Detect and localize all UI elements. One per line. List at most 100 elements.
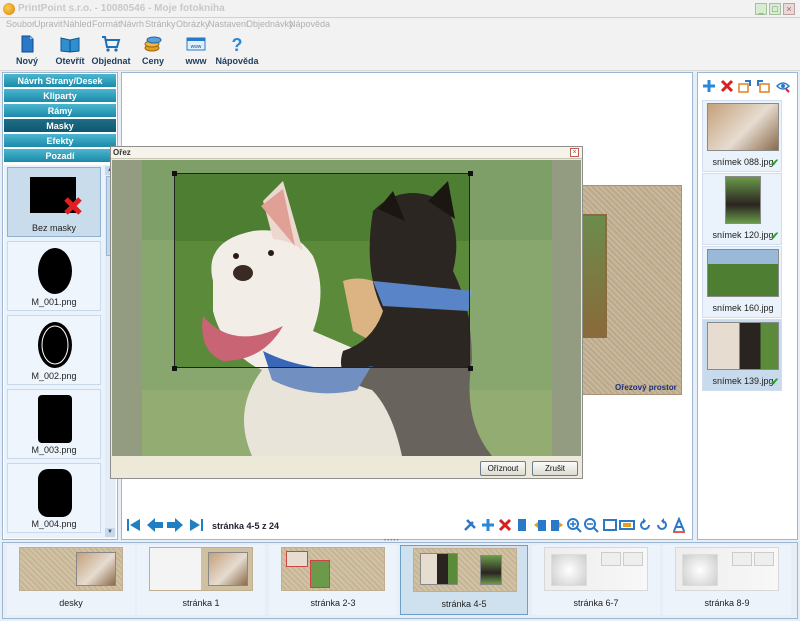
spread-page-2-3[interactable]: stránka 2-3 — [269, 545, 397, 615]
spread-page-4-5[interactable]: stránka 4-5 — [400, 545, 528, 615]
photo-thumbnail[interactable]: snímek 120.jpg ✔ — [702, 173, 782, 245]
spread-photo — [310, 560, 330, 588]
spread-photo — [551, 554, 587, 586]
category-page-design[interactable]: Návrh Strany/Desek — [4, 74, 116, 88]
text-tool-icon[interactable] — [670, 517, 688, 533]
delete-page-icon[interactable] — [496, 517, 514, 533]
spread-photo — [76, 552, 116, 586]
menu-napoveda[interactable]: Nápověda — [289, 19, 330, 29]
photo-filename: snímek 160.jpg — [712, 303, 774, 313]
help-button[interactable]: ? Nápověda — [214, 35, 260, 71]
rotate-left-icon[interactable] — [636, 517, 654, 533]
fit-width-icon[interactable] — [618, 517, 636, 533]
page-photo[interactable] — [579, 214, 607, 338]
open-button[interactable]: Otevřít — [47, 35, 93, 71]
add-page-icon[interactable] — [479, 517, 497, 533]
mask-label: M_004.png — [31, 519, 77, 529]
window-title: PrintPoint s.r.o. - 10080546 - Moje foto… — [18, 3, 225, 14]
spread-label: stránka 8-9 — [704, 598, 750, 608]
mask-item-004[interactable]: M_004.png — [7, 463, 101, 533]
crop-cancel-button[interactable]: Zrušit — [532, 461, 578, 476]
crop-handle-top-left[interactable] — [172, 171, 177, 176]
oval-ring-mask-icon — [38, 322, 72, 368]
rounded-rect-mask-icon — [38, 395, 72, 443]
remove-photo-icon[interactable] — [720, 79, 734, 93]
photo-thumbnail-selected[interactable]: snímek 139.jpg ✔ — [702, 319, 782, 391]
rotate-right-icon[interactable] — [653, 517, 671, 533]
crop-handle-top-right[interactable] — [468, 171, 473, 176]
minimize-button[interactable]: _ — [755, 3, 767, 15]
mask-item-001[interactable]: M_001.png — [7, 241, 101, 311]
menu-navrh[interactable]: Návrh — [120, 19, 144, 29]
crop-handle-bottom-right[interactable] — [468, 366, 473, 371]
prices-label: Ceny — [141, 56, 164, 66]
www-button[interactable]: www www — [173, 35, 219, 71]
export-photo-icon[interactable] — [756, 79, 770, 93]
mask-item-003[interactable]: M_003.png — [7, 389, 101, 459]
photo-thumbnail[interactable]: snímek 160.jpg — [702, 246, 782, 318]
dog-photo — [142, 160, 552, 456]
next-page-icon[interactable] — [166, 517, 184, 533]
category-cliparts[interactable]: Kliparty — [4, 89, 116, 103]
prices-button[interactable]: Ceny — [130, 35, 176, 71]
open-book-icon — [60, 37, 80, 53]
order-button[interactable]: Objednat — [88, 35, 134, 71]
menu-soubor[interactable]: Soubor — [6, 19, 35, 29]
web-browser-icon: www — [186, 37, 206, 51]
spread-page-8-9[interactable]: stránka 8-9 — [663, 545, 791, 615]
mask-list: Bez masky M_001.png M_002.png M_003.png — [4, 165, 116, 538]
import-photo-icon[interactable] — [738, 79, 752, 93]
soft-rect-mask-icon — [38, 469, 72, 517]
scroll-down-arrow[interactable]: ▼ — [105, 528, 115, 537]
crop-canvas[interactable] — [112, 160, 581, 456]
move-right-icon[interactable] — [548, 517, 566, 533]
category-effects[interactable]: Efekty — [4, 134, 116, 148]
menu-objednavky[interactable]: Objednávky — [246, 19, 294, 29]
crop-dialog-footer: Oříznout Zrušit — [112, 458, 581, 478]
menu-nahled[interactable]: Náhled — [63, 19, 92, 29]
menu-nastaveni[interactable]: Nastavení — [208, 19, 249, 29]
menu-obrazky[interactable]: Obrázky — [176, 19, 210, 29]
used-check-icon: ✔ — [770, 231, 779, 242]
mask-label: M_001.png — [31, 297, 77, 307]
left-panel: Návrh Strany/Desek Kliparty Rámy Masky E… — [2, 72, 118, 540]
close-button[interactable]: × — [783, 3, 795, 15]
zoom-in-icon[interactable] — [565, 517, 583, 533]
new-button[interactable]: Nový — [4, 35, 50, 71]
crop-selection[interactable] — [174, 173, 470, 368]
fit-page-icon[interactable] — [601, 517, 619, 533]
spread-cover[interactable]: desky — [7, 545, 135, 615]
category-backgrounds[interactable]: Pozadí — [4, 149, 116, 163]
mask-label: M_002.png — [31, 371, 77, 381]
previous-page-icon[interactable] — [146, 517, 164, 533]
zoom-out-icon[interactable] — [582, 517, 600, 533]
crop-confirm-button[interactable]: Oříznout — [480, 461, 526, 476]
mask-label: Bez masky — [31, 223, 76, 233]
move-left-icon[interactable] — [531, 517, 549, 533]
spread-page-6-7[interactable]: stránka 6-7 — [532, 545, 660, 615]
mask-item-none[interactable]: Bez masky — [7, 167, 101, 237]
maximize-button[interactable]: □ — [769, 3, 781, 15]
photo-thumbnail[interactable]: snímek 088.jpg ✔ — [702, 100, 782, 172]
first-page-icon[interactable] — [126, 517, 144, 533]
spread-photo — [420, 553, 458, 585]
last-page-icon[interactable] — [186, 517, 204, 533]
dialog-close-icon[interactable]: × — [570, 148, 579, 157]
spread-thumb — [675, 547, 779, 591]
mask-item-002[interactable]: M_002.png — [7, 315, 101, 385]
spread-photo — [732, 552, 752, 566]
crop-handle-bottom-left[interactable] — [172, 366, 177, 371]
tools-icon[interactable] — [461, 517, 479, 533]
preview-eye-icon[interactable] — [776, 79, 790, 93]
category-frames[interactable]: Rámy — [4, 104, 116, 118]
menu-stranky[interactable]: Stránky — [145, 19, 176, 29]
add-photo-icon[interactable] — [702, 79, 716, 93]
page-info: stránka 4-5 z 24 — [212, 521, 280, 531]
menu-upravit[interactable]: Upravit — [34, 19, 63, 29]
category-masks[interactable]: Masky — [4, 119, 116, 133]
title-bar: PrintPoint s.r.o. - 10080546 - Moje foto… — [0, 0, 800, 18]
book-icon[interactable] — [513, 517, 531, 533]
spread-page-1[interactable]: stránka 1 — [137, 545, 265, 615]
menu-format[interactable]: Formát — [92, 19, 121, 29]
svg-text:www: www — [191, 44, 202, 50]
